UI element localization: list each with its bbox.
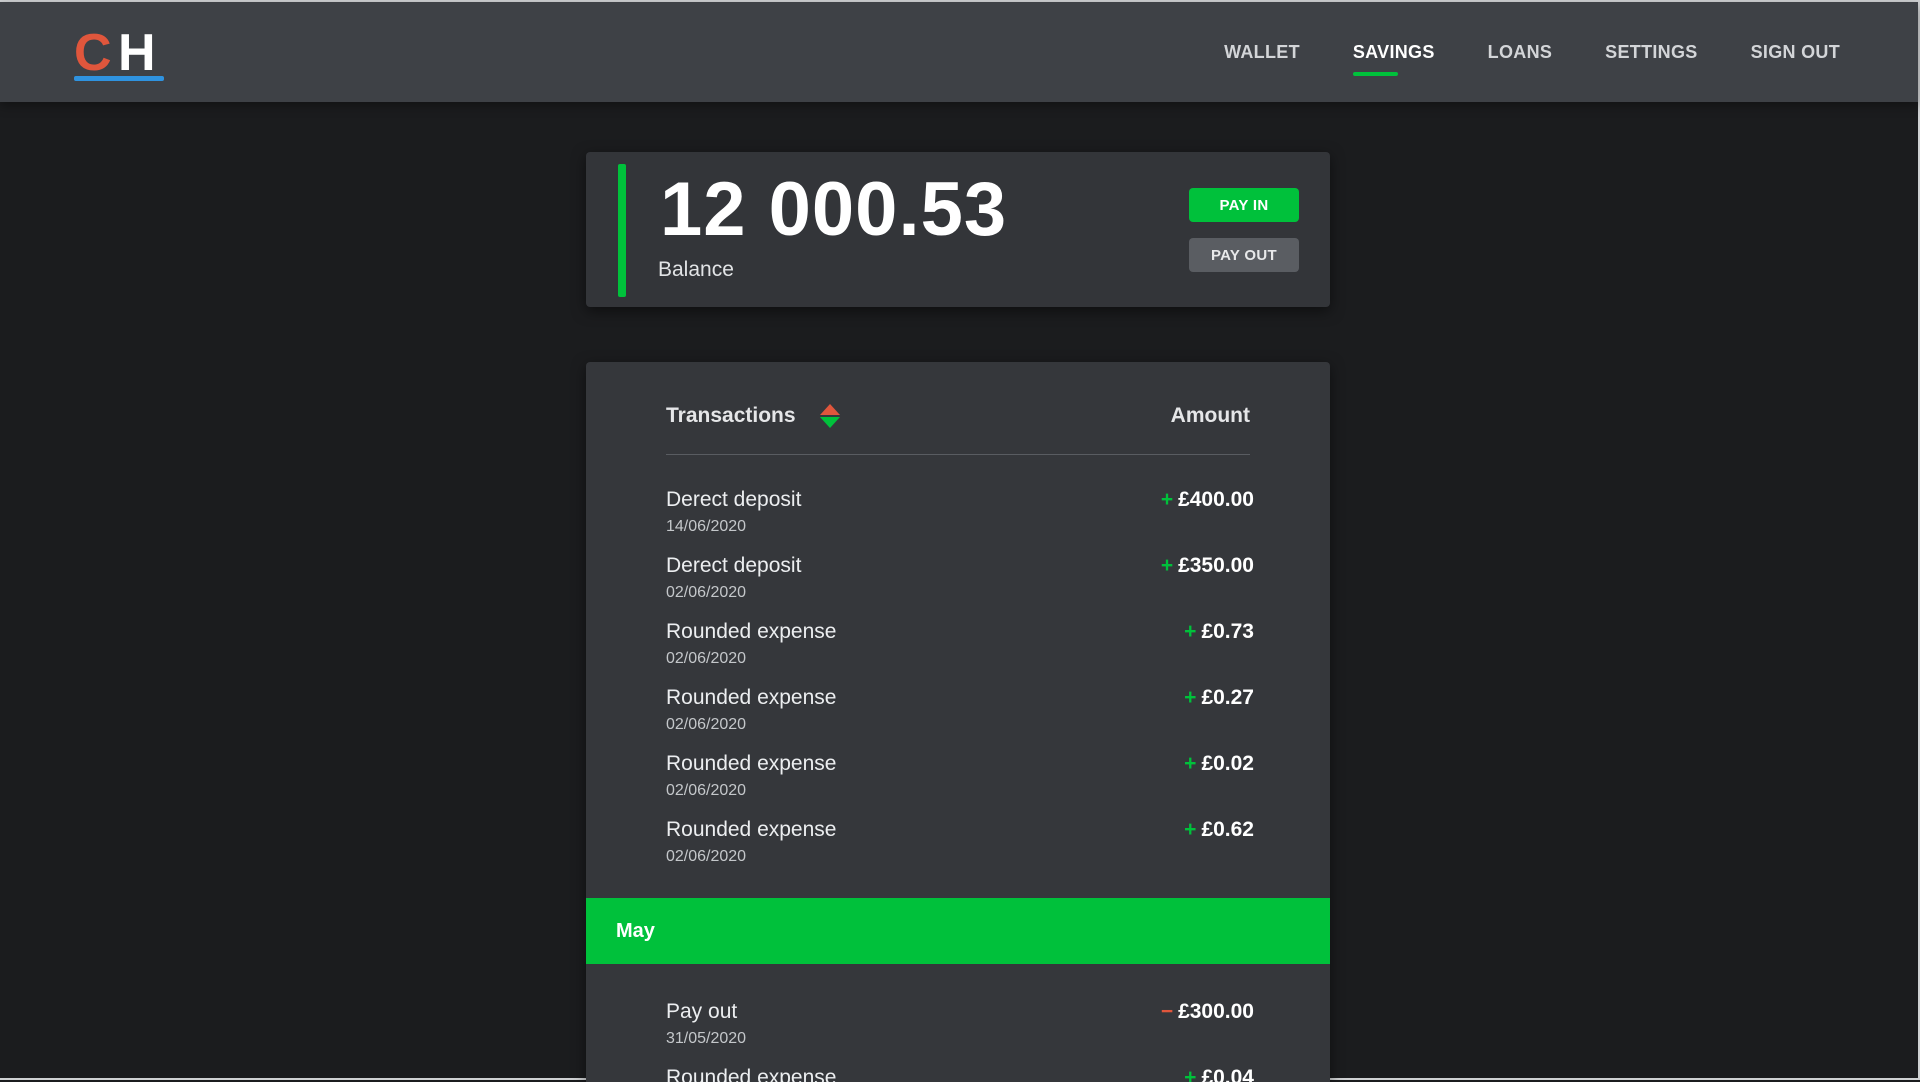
- transaction-name: Rounded expense: [666, 752, 837, 775]
- transaction-date: 02/06/2020: [666, 782, 747, 799]
- transaction-amount-value: £0.62: [1201, 818, 1254, 841]
- pay-out-button[interactable]: PAY OUT: [1189, 238, 1299, 272]
- transaction-name: Rounded expense: [666, 686, 837, 709]
- plus-sign-icon: +: [1160, 554, 1174, 577]
- transaction-name: Derect deposit: [666, 554, 802, 577]
- sort-up-down-icon[interactable]: [818, 402, 842, 430]
- logo-underline: [74, 76, 164, 81]
- transaction-amount-value: £400.00: [1178, 488, 1254, 511]
- plus-sign-icon: +: [1184, 686, 1197, 709]
- balance-amount: 12 000.53: [660, 167, 1008, 252]
- top-navigation-bar: C H WALLET SAVINGS LOANS SETTINGS SIGN O…: [0, 2, 1918, 102]
- plus-sign-icon: +: [1160, 488, 1174, 511]
- transactions-header: Transactions Amount: [666, 362, 1250, 455]
- transaction-row[interactable]: Rounded expense 02/06/2020 + £0.62: [666, 818, 1254, 878]
- transaction-row[interactable]: Rounded expense 02/06/2020 + £0.27: [666, 686, 1254, 746]
- transaction-amount: + £400.00: [1161, 488, 1254, 512]
- amount-column-header: Amount: [1170, 404, 1250, 427]
- transaction-date: 02/06/2020: [666, 584, 747, 601]
- transaction-amount-value: £300.00: [1178, 1000, 1254, 1023]
- month-group-header: May: [586, 898, 1330, 964]
- transaction-row[interactable]: Rounded expense 02/06/2020 + £0.73: [666, 620, 1254, 680]
- transaction-amount: + £0.62: [1184, 818, 1254, 842]
- transaction-amount: + £0.27: [1184, 686, 1254, 710]
- transaction-name: Rounded expense: [666, 818, 837, 841]
- app-logo[interactable]: C H: [74, 24, 166, 82]
- transaction-row[interactable]: Derect deposit 14/06/2020 + £400.00: [666, 488, 1254, 548]
- transaction-amount-value: £0.02: [1201, 752, 1254, 775]
- transaction-amount: + £0.73: [1184, 620, 1254, 644]
- minus-sign-icon: −: [1160, 1000, 1174, 1023]
- transaction-amount: − £300.00: [1161, 1000, 1254, 1024]
- logo-letter-h: H: [118, 24, 156, 82]
- nav-savings[interactable]: SAVINGS: [1352, 42, 1435, 76]
- nav-loans[interactable]: LOANS: [1488, 42, 1553, 63]
- balance-card: 12 000.53 Balance PAY IN PAY OUT: [586, 152, 1330, 307]
- transaction-date: 02/06/2020: [666, 848, 747, 865]
- plus-sign-icon: +: [1184, 752, 1197, 775]
- plus-sign-icon: +: [1184, 818, 1197, 841]
- balance-label: Balance: [658, 258, 734, 281]
- transaction-row[interactable]: Pay out 31/05/2020 − £300.00: [666, 1000, 1254, 1060]
- transaction-amount-value: £350.00: [1178, 554, 1254, 577]
- transaction-amount-value: £0.73: [1201, 620, 1254, 643]
- transaction-name: Pay out: [666, 1000, 738, 1023]
- nav-sign-out[interactable]: SIGN OUT: [1751, 42, 1840, 63]
- transaction-row[interactable]: Rounded expense 02/06/2020 + £0.02: [666, 752, 1254, 812]
- transaction-amount-value: £0.27: [1201, 686, 1254, 709]
- transaction-amount: + £350.00: [1161, 554, 1254, 578]
- nav-settings[interactable]: SETTINGS: [1605, 42, 1697, 63]
- transactions-column-header: Transactions: [666, 404, 796, 427]
- month-label: May: [616, 920, 655, 942]
- pay-in-button[interactable]: PAY IN: [1189, 188, 1299, 222]
- transaction-date: 14/06/2020: [666, 518, 747, 535]
- transaction-date: 02/06/2020: [666, 650, 747, 667]
- transaction-date: 31/05/2020: [666, 1030, 747, 1047]
- logo-letter-c: C: [74, 24, 112, 82]
- transaction-name: Derect deposit: [666, 488, 802, 511]
- transaction-amount: + £0.02: [1184, 752, 1254, 776]
- transactions-card: Transactions Amount Derect deposit 14/06…: [586, 362, 1330, 1082]
- plus-sign-icon: +: [1184, 620, 1197, 643]
- balance-accent-bar: [618, 164, 626, 297]
- transaction-name: Rounded expense: [666, 620, 837, 643]
- nav-wallet[interactable]: WALLET: [1224, 42, 1300, 63]
- main-nav: WALLET SAVINGS LOANS SETTINGS SIGN OUT: [1224, 2, 1840, 102]
- transaction-date: 02/06/2020: [666, 716, 747, 733]
- transaction-row[interactable]: Derect deposit 02/06/2020 + £350.00: [666, 554, 1254, 614]
